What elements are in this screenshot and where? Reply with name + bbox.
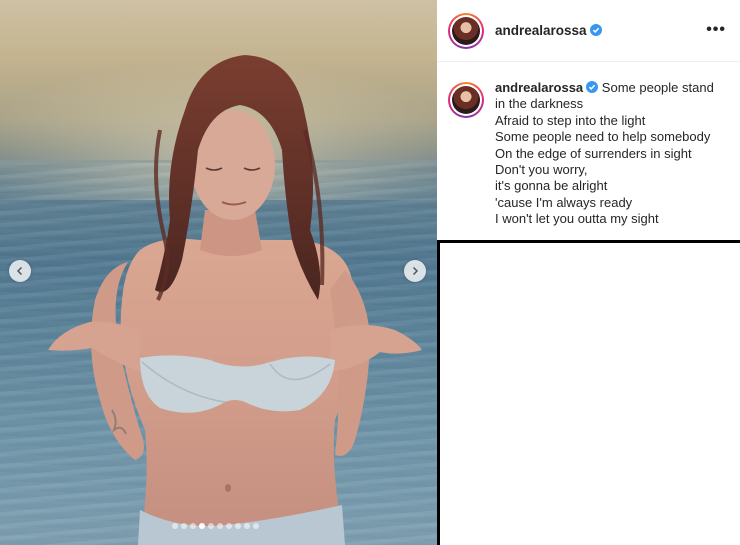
verified-badge-icon	[586, 81, 599, 93]
next-photo-button[interactable]	[404, 260, 426, 282]
caption-line: Some people need to help somebody	[495, 129, 711, 145]
blank-overlay-box	[437, 240, 740, 545]
more-options-button[interactable]: •••	[706, 22, 726, 38]
post-photo[interactable]	[0, 0, 437, 545]
carousel-dot	[208, 523, 214, 529]
caption-line: Afraid to step into the light	[495, 112, 646, 128]
carousel-dot	[253, 523, 259, 529]
caption-line: On the edge of surrenders in sight	[495, 145, 692, 161]
avatar[interactable]	[448, 12, 484, 49]
carousel-dot	[235, 523, 241, 529]
caption-line: it's gonna be alright	[495, 178, 608, 194]
caption-line: Don't you worry,	[495, 162, 588, 178]
carousel-dot	[226, 523, 232, 529]
carousel-dot	[190, 523, 196, 529]
caption-line: 'cause I'm always ready	[495, 194, 633, 210]
carousel-dot	[244, 523, 250, 529]
carousel-dot	[172, 523, 178, 529]
caption-username[interactable]: andrealarossa	[495, 80, 583, 95]
carousel-indicator	[172, 523, 259, 529]
caption-line: andrealarossa Some people stand	[495, 80, 714, 95]
caption-line: I won't let you outta my sight	[495, 211, 659, 227]
person-illustration	[48, 55, 422, 545]
caption-row: andrealarossa Some people stand in the d…	[448, 80, 738, 228]
carousel-dot-active	[199, 523, 205, 529]
caption-avatar[interactable]	[448, 82, 484, 118]
post-caption: andrealarossa Some people stand in the d…	[495, 80, 731, 228]
carousel-dot	[217, 523, 223, 529]
carousel-dot	[181, 523, 187, 529]
username-link[interactable]: andrealarossa	[495, 23, 602, 38]
verified-badge-icon	[589, 24, 602, 36]
chevron-right-icon	[412, 266, 419, 276]
profile-picture	[452, 86, 480, 114]
profile-picture	[452, 16, 480, 45]
post-header: andrealarossa •••	[437, 0, 740, 62]
previous-photo-button[interactable]	[9, 260, 31, 282]
chevron-left-icon	[16, 266, 23, 276]
caption-line: in the darkness	[495, 96, 584, 112]
